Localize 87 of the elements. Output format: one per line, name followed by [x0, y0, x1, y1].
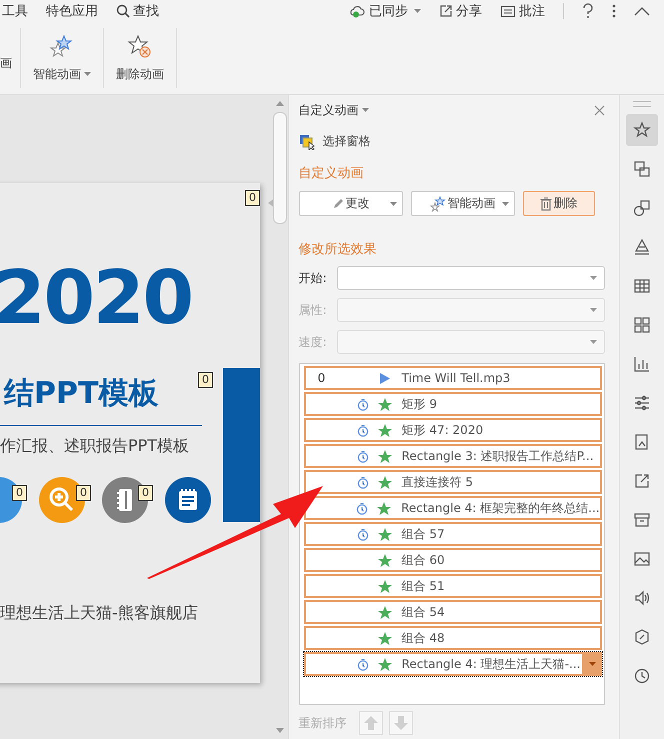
slide-footer: 理想生活上天猫-熊客旗舰店: [0, 603, 198, 624]
slide-title: 结PPT模板: [4, 375, 158, 413]
caret-icon: [590, 308, 597, 312]
effect-item[interactable]: 组合 48: [304, 626, 602, 650]
star-icon: [376, 474, 393, 490]
field-label: 属性:: [298, 302, 328, 318]
animation-order-badge: 0: [245, 190, 260, 206]
dropdown-field[interactable]: [336, 298, 605, 322]
search-icon: [116, 4, 130, 18]
stars-icon: [430, 196, 446, 212]
sync-button[interactable]: 已同步: [349, 2, 421, 20]
collapse-icon[interactable]: [634, 6, 650, 16]
star-icon: [376, 578, 393, 594]
ribbon-label[interactable]: 画: [0, 28, 21, 88]
animation-order-badge: 0: [12, 485, 27, 501]
close-icon[interactable]: [594, 104, 605, 116]
zoom-in-icon: [39, 477, 85, 523]
slide-subtitle: 作汇报、述职报告PPT模板: [0, 436, 190, 457]
caret-icon: [390, 202, 397, 206]
caret-icon: [362, 108, 369, 112]
slide-year: 2020: [0, 255, 192, 341]
caret-icon: [414, 9, 421, 13]
reorder-label: 重新排序: [298, 714, 347, 732]
star-icon: [376, 422, 393, 438]
effect-item[interactable]: 矩形 9: [304, 392, 602, 416]
panel-title[interactable]: 自定义动画: [298, 102, 359, 118]
section-heading: 修改所选效果: [298, 241, 378, 258]
star-icon: [376, 656, 393, 672]
star-icon: [376, 604, 393, 620]
caret-icon: [84, 72, 91, 76]
field-label: 开始:: [298, 270, 328, 286]
star-icon: [376, 396, 393, 412]
trash-icon: [540, 196, 552, 210]
dropdown-button[interactable]: [582, 654, 600, 674]
arrow-up-icon: [362, 715, 379, 731]
stars-icon: [49, 34, 75, 60]
pencil-icon: [332, 198, 344, 210]
play-icon: [380, 372, 390, 384]
dropdown-field[interactable]: [336, 266, 605, 290]
star-icon: [376, 630, 393, 646]
ribbon-button[interactable]: 智能动画: [21, 28, 104, 88]
field-label: 速度:: [298, 334, 328, 350]
effect-item[interactable]: 组合 54: [304, 600, 602, 624]
effect-item[interactable]: 矩形 47: 2020: [304, 418, 602, 442]
animation-order-badge: 0: [138, 485, 153, 501]
share-button[interactable]: 分享: [439, 2, 482, 20]
effect-item[interactable]: 直接连接符 5: [304, 470, 602, 494]
effect-item[interactable]: Rectangle 4: 框架完整的年终总结...: [304, 496, 602, 520]
scrollbar-thumb[interactable]: [273, 112, 288, 224]
selection-pane-icon: [298, 134, 315, 150]
arrow-down-icon: [392, 715, 409, 731]
effect-item[interactable]: 组合 60: [304, 548, 602, 572]
menu-tab[interactable]: 工具: [2, 2, 28, 20]
effect-item[interactable]: 组合 51: [304, 574, 602, 598]
effect-item[interactable]: 0 Time Will Tell.mp3: [304, 366, 602, 390]
ribbon-button[interactable]: 删除动画: [104, 28, 177, 88]
caret-icon: [502, 202, 509, 206]
search-menu[interactable]: 查找: [116, 2, 159, 20]
comment-icon: [500, 4, 516, 18]
panel-button[interactable]: 智能动画: [410, 191, 515, 216]
help-icon[interactable]: [582, 3, 594, 19]
effect-item[interactable]: 组合 57: [304, 522, 602, 546]
animation-order-badge: 0: [76, 485, 91, 501]
effect-item[interactable]: Rectangle 3: 述职报告工作总结P...: [304, 444, 602, 468]
star-delete-icon: [127, 34, 153, 60]
effect-item[interactable]: Rectangle 4: 理想生活上天猫-...: [304, 652, 602, 676]
panel-button[interactable]: 更改: [298, 191, 403, 216]
star-icon: [376, 500, 392, 516]
section-heading: 自定义动画: [298, 165, 365, 182]
animation-order-badge: 0: [198, 372, 213, 388]
notebook-icon: [102, 477, 148, 523]
share-icon: [439, 4, 453, 18]
menu-tab[interactable]: 特色应用: [46, 2, 98, 20]
comment-button[interactable]: 批注: [500, 2, 545, 20]
effects-list[interactable]: 0 Time Will Tell.mp3 矩形 9 矩形 47: 2020 Rectangle 3: 述职报告工作总结P... 直接连接符 5 Rectangle 4: 框架完整的年终总结... 组合 57 组合 60 组合 51 组合 54 组合 48 Rectangle 4: 理想生活上天猫-...: [298, 363, 605, 705]
caret-icon: [588, 662, 596, 666]
star-icon: [376, 448, 393, 464]
more-icon[interactable]: [612, 3, 616, 19]
star-icon: [376, 552, 393, 568]
selection-pane-link[interactable]: 选择窗格: [298, 133, 605, 150]
caret-icon: [590, 276, 597, 280]
caret-icon: [590, 340, 597, 344]
panel-button[interactable]: 删除: [522, 191, 595, 216]
star-icon: [376, 526, 393, 542]
dropdown-field[interactable]: [336, 330, 605, 354]
notepad-icon: [165, 477, 211, 523]
cloud-check-icon: [349, 4, 366, 18]
